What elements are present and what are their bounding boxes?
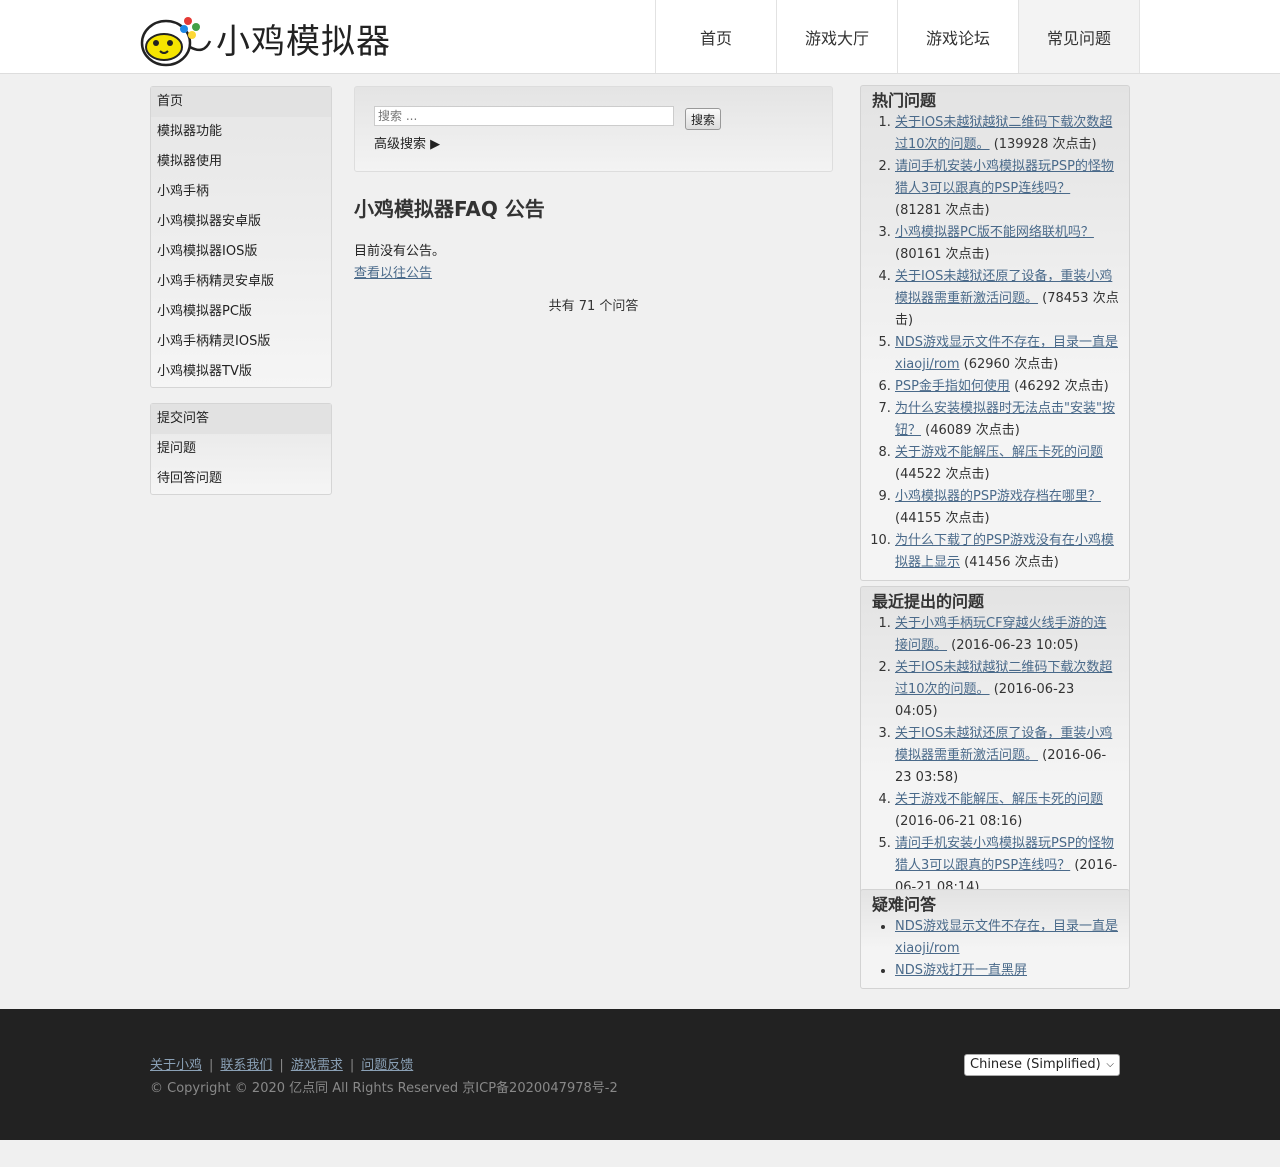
popular-title: 热门问题	[872, 91, 937, 110]
page-title: 小鸡模拟器FAQ 公告	[354, 197, 545, 221]
click-count: (80161 次点击)	[895, 247, 990, 262]
click-count: (81281 次点击)	[895, 203, 990, 218]
total-count: 共有 71 个问答	[548, 299, 639, 314]
action-menu: 提交问答 提问题 待回答问题	[150, 403, 332, 495]
site-footer: 关于小鸡 | 联系我们 | 游戏需求 | 问题反馈 © Copyright © 2020 亿…	[0, 1009, 1280, 1140]
past-notices-link[interactable]: 查看以往公告	[354, 262, 432, 281]
sidebar-item-ask[interactable]: 提问题	[151, 434, 331, 464]
click-count: (44522 次点击)	[895, 467, 990, 482]
list-item: NDS游戏显示文件不存在，目录一直是xiaoji/rom	[895, 916, 1119, 960]
site-header: 小鸡模拟器 首页 游戏大厅 游戏论坛 常见问题	[0, 0, 1280, 74]
sidebar-item-gamepad-android[interactable]: 小鸡手柄精灵安卓版	[151, 267, 331, 297]
list-item: 为什么安装模拟器时无法点击"安装"按钮？ (46089 次点击)	[895, 398, 1119, 442]
search-panel: 搜索 高级搜索 ▶	[354, 86, 833, 172]
footer-link-contact[interactable]: 联系我们	[220, 1058, 272, 1073]
click-count: (44155 次点击)	[895, 511, 990, 526]
question-link[interactable]: 小鸡模拟器PC版不能网络联机吗？	[895, 225, 1094, 240]
footer-link-game-request[interactable]: 游戏需求	[291, 1058, 343, 1073]
chevron-down-icon: ⌵	[1106, 1059, 1114, 1070]
recent-list: 关于小鸡手柄玩CF穿越火线手游的连接问题。 (2016-06-23 10:05)…	[895, 613, 1119, 899]
click-count: (46292 次点击)	[1014, 379, 1109, 394]
list-item: NDS游戏打开一直黑屏	[895, 960, 1119, 982]
nav-home[interactable]: 首页	[656, 0, 777, 73]
sidebar-item-unanswered[interactable]: 待回答问题	[151, 464, 331, 494]
sidebar-item-submit-qa[interactable]: 提交问答	[151, 404, 331, 434]
list-item: 关于IOS未越狱还原了设备，重装小鸡模拟器需重新激活问题。 (78453 次点击…	[895, 266, 1119, 332]
question-date: (2016-06-23 10:05)	[951, 638, 1079, 653]
footer-links: 关于小鸡 | 联系我们 | 游戏需求 | 问题反馈	[150, 1054, 413, 1073]
difficult-questions-panel: 疑难问答 NDS游戏显示文件不存在，目录一直是xiaoji/rom NDS游戏打…	[860, 889, 1130, 989]
list-item: 关于IOS未越狱还原了设备，重装小鸡模拟器需重新激活问题。 (2016-06-2…	[895, 723, 1119, 789]
question-link[interactable]: 小鸡模拟器的PSP游戏存档在哪里？	[895, 489, 1101, 504]
category-menu: 首页 模拟器功能 模拟器使用 小鸡手柄 小鸡模拟器安卓版 小鸡模拟器IOS版 小…	[150, 86, 332, 388]
search-input[interactable]	[374, 106, 674, 126]
footer-link-about[interactable]: 关于小鸡	[150, 1058, 202, 1073]
question-link[interactable]: 关于游戏不能解压、解压卡死的问题	[895, 445, 1103, 460]
search-button[interactable]: 搜索	[685, 108, 722, 130]
footer-link-feedback[interactable]: 问题反馈	[361, 1058, 413, 1073]
sidebar-item-pc[interactable]: 小鸡模拟器PC版	[151, 297, 331, 327]
nav-game-hall[interactable]: 游戏大厅	[777, 0, 898, 73]
sidebar-item-gamepad[interactable]: 小鸡手柄	[151, 177, 331, 207]
list-item: 关于IOS未越狱越狱二维码下载次数超过10次的问题。 (2016-06-23 0…	[895, 657, 1119, 723]
site-logo[interactable]: 小鸡模拟器	[140, 6, 405, 70]
main-nav: 首页 游戏大厅 游戏论坛 常见问题	[655, 0, 1140, 73]
sidebar-item-tv[interactable]: 小鸡模拟器TV版	[151, 357, 331, 387]
list-item: 请问手机安装小鸡模拟器玩PSP的怪物猎人3可以跟真的PSP连线吗？ (81281…	[895, 156, 1119, 222]
logo-text: 小鸡模拟器	[216, 21, 391, 62]
nav-game-forum[interactable]: 游戏论坛	[898, 0, 1019, 73]
copyright-text: © Copyright © 2020 亿点同 All Rights Reserv…	[150, 1081, 618, 1096]
click-count: (139928 次点击)	[993, 137, 1097, 152]
popular-questions-panel: 热门问题 关于IOS未越狱越狱二维码下载次数超过10次的问题。 (139928 …	[860, 85, 1130, 581]
list-item: PSP金手指如何使用 (46292 次点击)	[895, 376, 1119, 398]
difficult-list: NDS游戏显示文件不存在，目录一直是xiaoji/rom NDS游戏打开一直黑屏	[895, 916, 1119, 982]
difficult-title: 疑难问答	[872, 895, 937, 914]
footer-separator: |	[279, 1058, 284, 1073]
sidebar-item-android[interactable]: 小鸡模拟器安卓版	[151, 207, 331, 237]
nav-faq[interactable]: 常见问题	[1019, 0, 1140, 73]
sidebar-item-gamepad-ios[interactable]: 小鸡手柄精灵IOS版	[151, 327, 331, 357]
list-item: 关于游戏不能解压、解压卡死的问题 (2016-06-21 08:16)	[895, 789, 1119, 833]
language-select[interactable]: Chinese (Simplified) ⌵	[964, 1054, 1120, 1076]
language-value: Chinese (Simplified)	[970, 1057, 1101, 1072]
question-link[interactable]: PSP金手指如何使用	[895, 379, 1010, 394]
click-count: (41456 次点击)	[964, 555, 1059, 570]
footer-separator: |	[349, 1058, 355, 1073]
chick-mascot-icon	[140, 7, 212, 69]
notice-text: 目前没有公告。	[354, 244, 446, 259]
popular-list: 关于IOS未越狱越狱二维码下载次数超过10次的问题。 (139928 次点击) …	[895, 112, 1119, 574]
list-item: 关于IOS未越狱越狱二维码下载次数超过10次的问题。 (139928 次点击)	[895, 112, 1119, 156]
list-item: 小鸡模拟器的PSP游戏存档在哪里？ (44155 次点击)	[895, 486, 1119, 530]
question-link[interactable]: NDS游戏打开一直黑屏	[895, 963, 1027, 978]
advanced-search-link[interactable]: 高级搜索 ▶	[374, 133, 440, 152]
sidebar-item-features[interactable]: 模拟器功能	[151, 117, 331, 147]
list-item: 为什么下载了的PSP游戏没有在小鸡模拟器上显示 (41456 次点击)	[895, 530, 1119, 574]
question-link[interactable]: 请问手机安装小鸡模拟器玩PSP的怪物猎人3可以跟真的PSP连线吗？	[895, 159, 1114, 196]
list-item: 小鸡模拟器PC版不能网络联机吗？ (80161 次点击)	[895, 222, 1119, 266]
sidebar-item-ios[interactable]: 小鸡模拟器IOS版	[151, 237, 331, 267]
click-count: (46089 次点击)	[925, 423, 1020, 438]
question-link[interactable]: NDS游戏显示文件不存在，目录一直是xiaoji/rom	[895, 919, 1118, 956]
list-item: NDS游戏显示文件不存在，目录一直是xiaoji/rom (62960 次点击)	[895, 332, 1119, 376]
sidebar-item-usage[interactable]: 模拟器使用	[151, 147, 331, 177]
recent-questions-panel: 最近提出的问题 关于小鸡手柄玩CF穿越火线手游的连接问题。 (2016-06-2…	[860, 586, 1130, 906]
list-item: 关于游戏不能解压、解压卡死的问题 (44522 次点击)	[895, 442, 1119, 486]
recent-title: 最近提出的问题	[872, 592, 985, 611]
sidebar-item-home[interactable]: 首页	[151, 87, 331, 117]
footer-separator: |	[209, 1058, 214, 1073]
click-count: (62960 次点击)	[963, 357, 1059, 372]
question-link[interactable]: 关于游戏不能解压、解压卡死的问题	[895, 792, 1103, 807]
list-item: 关于小鸡手柄玩CF穿越火线手游的连接问题。 (2016-06-23 10:05)	[895, 613, 1119, 657]
question-date: (2016-06-21 08:16)	[895, 814, 1023, 829]
